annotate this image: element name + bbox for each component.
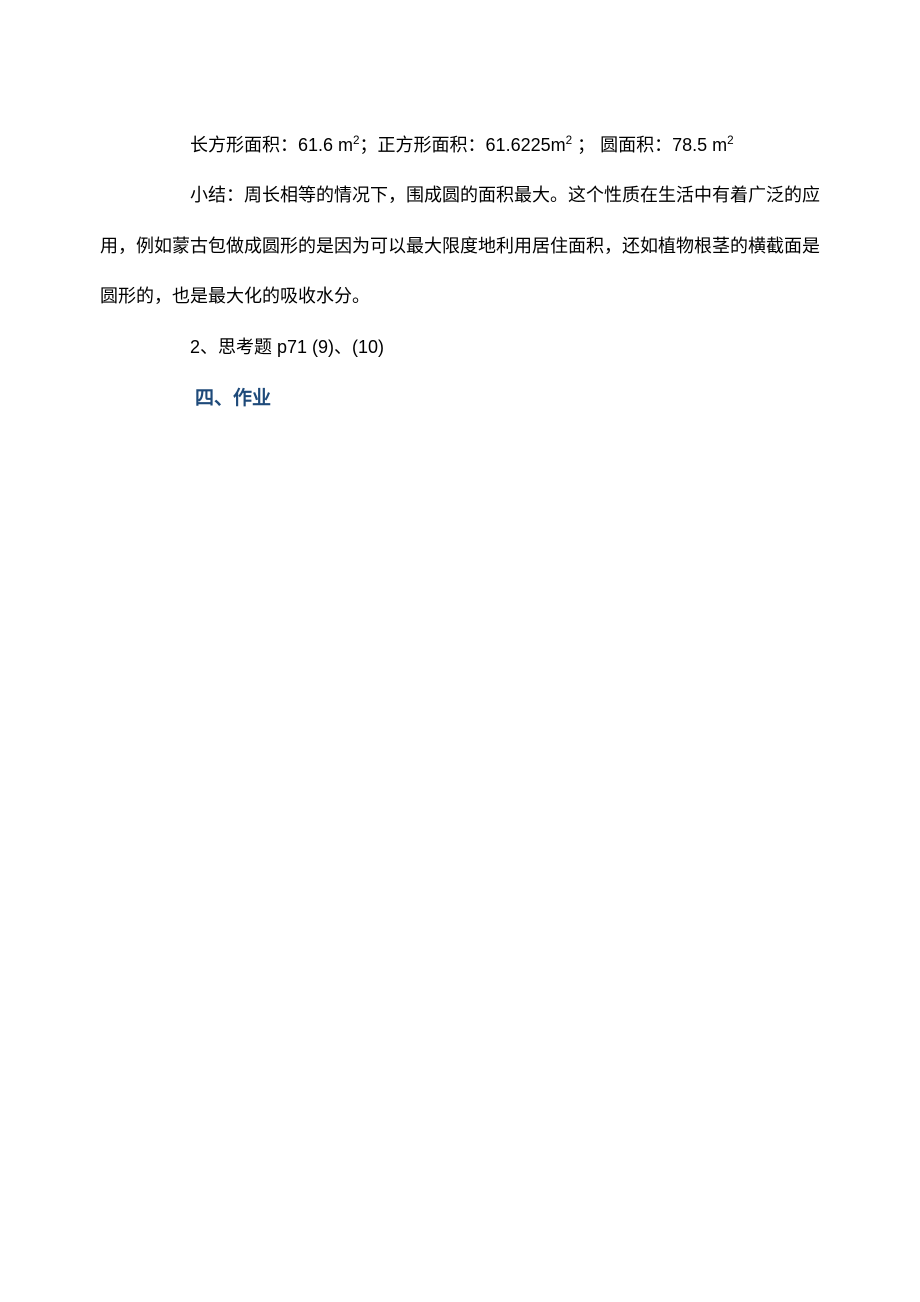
exercise-text: 2、思考题 p71 (9)、(10): [190, 337, 384, 357]
rectangle-area-label: 长方形面积：: [190, 135, 298, 155]
exercise-line: 2、思考题 p71 (9)、(10): [100, 322, 820, 372]
section-heading-homework: 四、作业: [100, 372, 820, 425]
circle-area-label: 圆面积：: [600, 135, 672, 155]
separator-2: ；: [572, 135, 600, 155]
circle-area-unit-sup: 2: [727, 134, 734, 147]
square-area-label: 正方形面积：: [378, 135, 486, 155]
rectangle-area-value: 61.6 m: [298, 135, 353, 155]
document-content: 长方形面积：61.6 m2；正方形面积：61.6225m2 ； 圆面积：78.5…: [100, 120, 820, 425]
heading-text: 四、作业: [195, 388, 271, 409]
separator-1: ；: [360, 135, 378, 155]
area-calculations-line: 长方形面积：61.6 m2；正方形面积：61.6225m2 ； 圆面积：78.5…: [100, 120, 820, 170]
square-area-value: 61.6225m: [486, 135, 566, 155]
summary-paragraph: 小结：周长相等的情况下，围成圆的面积最大。这个性质在生活中有着广泛的应用，例如蒙…: [100, 170, 820, 321]
summary-label: 小结：: [190, 185, 244, 205]
circle-area-value: 78.5 m: [672, 135, 727, 155]
